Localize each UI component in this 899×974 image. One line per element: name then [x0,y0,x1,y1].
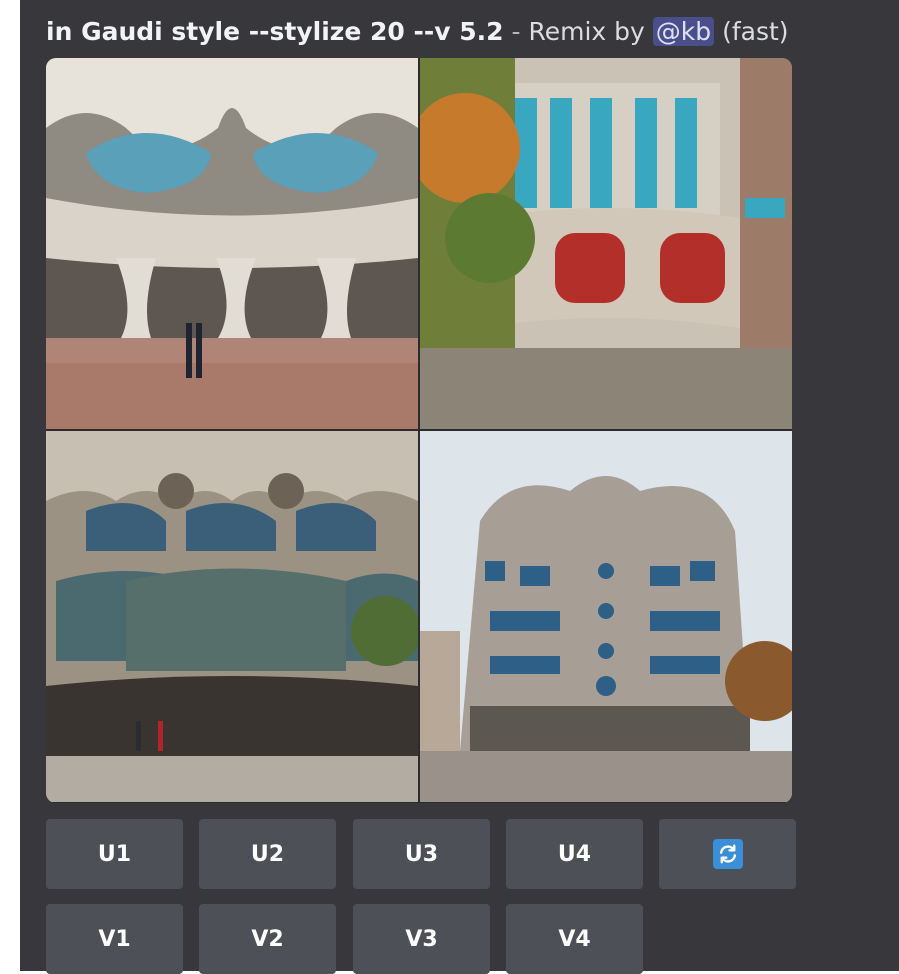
remix-label: Remix by [528,17,645,46]
speed-label: (fast) [722,17,789,46]
u2-button[interactable]: U2 [199,819,336,889]
u4-button[interactable]: U4 [506,819,643,889]
image-grid[interactable] [46,58,792,803]
u3-button[interactable]: U3 [353,819,490,889]
generated-image-3[interactable] [46,431,418,802]
v1-button[interactable]: V1 [46,904,183,974]
v2-button[interactable]: V2 [199,904,336,974]
separator: - [511,17,521,46]
message-panel: in Gaudi style --stylize 20 --v 5.2 - Re… [20,0,899,974]
refresh-icon [712,839,743,869]
generated-image-2[interactable] [420,58,792,429]
v4-button[interactable]: V4 [506,904,643,974]
message-header: in Gaudi style --stylize 20 --v 5.2 - Re… [46,10,886,54]
reroll-button[interactable] [659,819,796,889]
v3-button[interactable]: V3 [353,904,490,974]
user-mention[interactable]: @kb [652,17,715,46]
u1-button[interactable]: U1 [46,819,183,889]
generated-image-4[interactable] [420,431,792,802]
prompt-text: in Gaudi style --stylize 20 --v 5.2 [46,17,504,46]
generated-image-1[interactable] [46,58,418,429]
